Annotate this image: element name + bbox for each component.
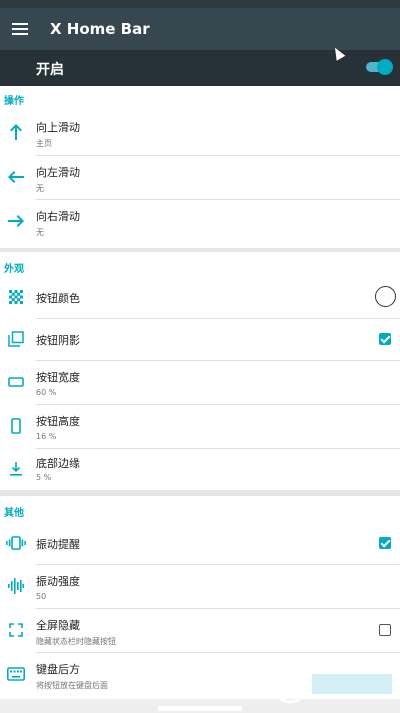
arrow-right-icon [6,211,26,231]
setting-swipe-up[interactable]: 向上滑动 主页 [0,110,400,154]
setting-swipe-right[interactable]: 向右滑动 无 [0,199,400,243]
setting-title: 全屏隐藏 [36,619,80,632]
setting-title: 振动强度 [36,575,80,588]
setting-title: 键盘后方 [36,663,80,676]
arrow-left-icon [6,167,26,187]
color-swatch-circle[interactable] [375,286,396,307]
setting-value: 60 % [36,388,57,397]
arrow-up-icon [6,122,26,142]
appearance-card: 外观 按钮颜色 按钮阴影 按钮宽度 60 % 按钮高度 16 % 底部边缘 5 … [0,252,400,490]
fullscreen-hide-checkbox[interactable] [379,624,391,636]
fullscreen-icon [6,620,26,640]
setting-title: 按钮宽度 [36,371,80,384]
setting-value: 主页 [36,139,52,148]
setting-bottom-margin[interactable]: 底部边缘 5 % [0,448,400,490]
setting-value: 将按钮放在键盘后面 [36,681,108,690]
setting-title: 向上滑动 [36,121,80,134]
setting-button-shadow[interactable]: 按钮阴影 [0,318,400,360]
setting-button-height[interactable]: 按钮高度 16 % [0,404,400,448]
shadow-icon [6,329,26,349]
master-switch-label: 开启 [36,62,64,78]
setting-value: 16 % [36,432,57,441]
setting-title: 按钮阴影 [36,334,80,347]
setting-fullscreen-hide[interactable]: 全屏隐藏 隐藏状态栏时隐藏按钮 [0,608,400,652]
vibrate-icon [6,533,26,553]
home-bar-pill[interactable] [158,706,242,711]
shadow-checkbox[interactable] [379,333,391,345]
vibration-strength-icon [6,576,26,596]
setting-swipe-left[interactable]: 向左滑动 无 [0,155,400,199]
toggle-knob [377,59,393,75]
color-palette-icon [6,287,26,307]
menu-icon[interactable] [12,23,28,35]
status-bar [0,0,400,8]
keyboard-icon [6,664,26,684]
section-header-actions: 操作 [4,96,24,107]
section-header-other: 其他 [4,508,24,519]
setting-title: 向右滑动 [36,210,80,223]
actions-card: 操作 向上滑动 主页 向左滑动 无 向右滑动 无 [0,86,400,248]
app-title: X Home Bar [50,20,150,38]
setting-title: 底部边缘 [36,457,80,470]
setting-title: 按钮颜色 [36,292,80,305]
section-header-appearance: 外观 [4,264,24,275]
setting-title: 振动提醒 [36,538,80,551]
setting-title: 按钮高度 [36,415,80,428]
setting-value: 5 % [36,473,52,482]
setting-value: 无 [36,228,44,237]
master-toggle[interactable] [366,59,393,75]
setting-value: 隐藏状态栏时隐藏按钮 [36,637,116,646]
height-icon [6,416,26,436]
width-icon [6,372,26,392]
app-bar: X Home Bar [0,8,400,50]
setting-value: 50 [36,592,47,601]
setting-button-color[interactable]: 按钮颜色 [0,276,400,318]
setting-vibration-strength[interactable]: 振动强度 50 [0,564,400,608]
watermark-logo [272,666,400,706]
setting-value: 无 [36,184,44,193]
setting-title: 向左滑动 [36,166,80,179]
bottom-margin-icon [6,459,26,479]
vibrate-checkbox[interactable] [379,537,391,549]
setting-vibrate[interactable]: 振动提醒 [0,522,400,564]
setting-button-width[interactable]: 按钮宽度 60 % [0,360,400,404]
